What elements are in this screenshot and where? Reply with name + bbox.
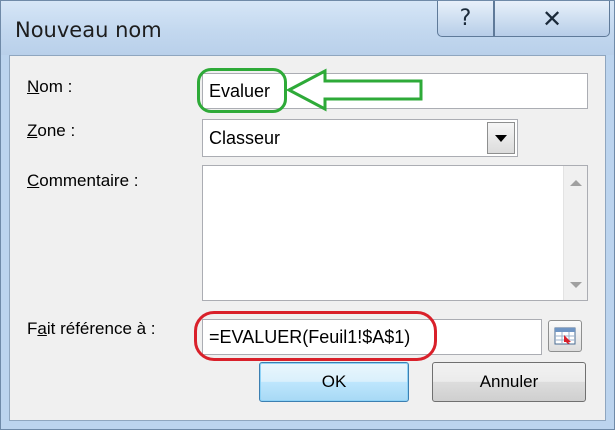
refers-to-label: Fait référence à : bbox=[27, 319, 156, 338]
close-button[interactable]: ✕ bbox=[494, 1, 610, 37]
arrow-icon bbox=[285, 68, 423, 112]
range-select-button[interactable] bbox=[548, 320, 582, 352]
ok-button[interactable]: OK bbox=[259, 362, 409, 402]
scope-select-value: Classeur bbox=[209, 127, 281, 148]
help-icon: ? bbox=[459, 6, 472, 31]
range-select-icon bbox=[554, 327, 576, 345]
scroll-down-icon[interactable] bbox=[570, 282, 582, 288]
refers-to-input-value: =EVALUER(Feuil1!$A$1) bbox=[209, 326, 411, 347]
title-bar: Nouveau nom ? ✕ bbox=[1, 1, 614, 55]
refers-to-input[interactable]: =EVALUER(Feuil1!$A$1) bbox=[202, 319, 542, 355]
scope-select[interactable]: Classeur bbox=[202, 119, 518, 157]
comment-textarea[interactable] bbox=[202, 165, 588, 301]
name-input-value: Evaluer bbox=[209, 80, 271, 101]
comment-label: Commentaire : bbox=[27, 171, 139, 190]
dropdown-arrow-icon bbox=[495, 134, 507, 142]
scroll-up-icon[interactable] bbox=[570, 180, 582, 186]
new-name-dialog: Nouveau nom ? ✕ Nom : Evaluer Zone : Cla… bbox=[0, 0, 615, 430]
scope-dropdown-button[interactable] bbox=[487, 122, 515, 154]
name-label: Nom : bbox=[27, 77, 73, 96]
close-icon: ✕ bbox=[541, 4, 563, 33]
comment-scrollbar[interactable] bbox=[563, 166, 587, 300]
dialog-title: Nouveau nom bbox=[15, 18, 162, 42]
scope-label: Zone : bbox=[27, 121, 76, 140]
help-button[interactable]: ? bbox=[437, 1, 494, 37]
cancel-button[interactable]: Annuler bbox=[432, 362, 586, 402]
